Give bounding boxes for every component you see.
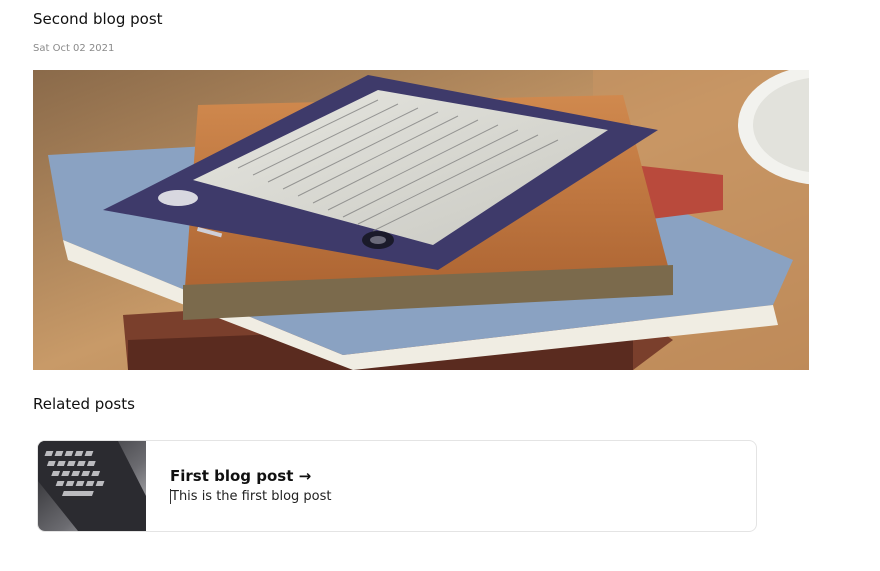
related-post-thumbnail <box>38 441 146 531</box>
related-post-body: First blog post → This is the first blog… <box>146 441 332 531</box>
related-post-card[interactable]: First blog post → This is the first blog… <box>37 440 757 532</box>
post-hero-image <box>33 70 809 370</box>
blog-post-page: Second blog post Sat Oct 02 2021 Related… <box>0 0 880 571</box>
related-post-excerpt: This is the first blog post <box>170 489 332 504</box>
related-posts-heading: Related posts <box>33 395 135 413</box>
post-date: Sat Oct 02 2021 <box>33 43 115 54</box>
post-title: Second blog post <box>33 10 163 28</box>
related-post-title-link[interactable]: First blog post → <box>170 467 332 485</box>
